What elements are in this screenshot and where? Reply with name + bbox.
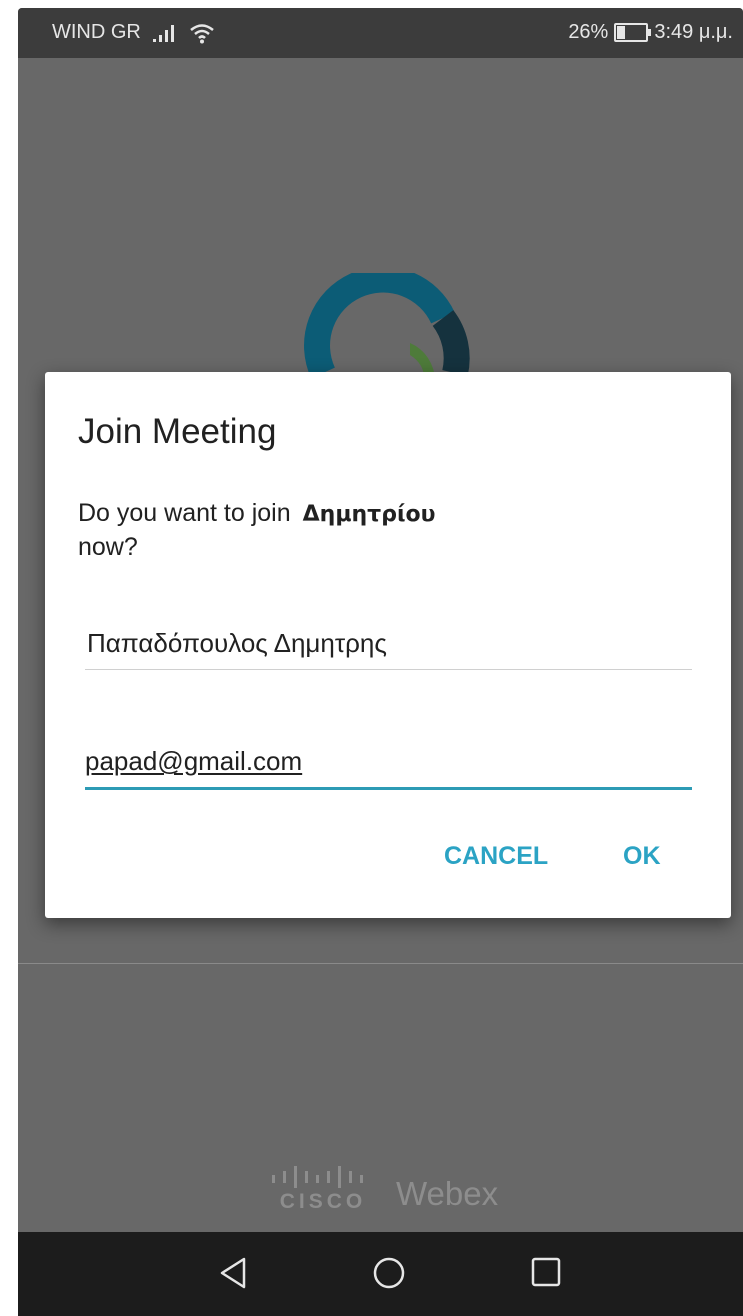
battery-icon bbox=[614, 23, 652, 42]
cisco-logo: CISCO bbox=[270, 1166, 376, 1214]
dialog-message: Do you want to join Δημητρίου now? bbox=[78, 497, 436, 563]
divider bbox=[18, 963, 743, 964]
ok-button[interactable]: OK bbox=[623, 842, 661, 871]
clock: 3:49 μ.μ. bbox=[654, 21, 733, 43]
name-value: Παπαδόπουλος Δημητρης bbox=[87, 628, 387, 658]
email-value: papad@gmail.com bbox=[85, 746, 303, 776]
signal-icon bbox=[152, 24, 174, 42]
status-right: 26% 3:49 μ.μ. bbox=[568, 21, 733, 44]
name-field[interactable]: Παπαδόπουλος Δημητρης bbox=[85, 614, 692, 670]
cisco-wordmark: CISCO bbox=[279, 1190, 367, 1213]
branding: CISCO Webex bbox=[270, 1166, 498, 1214]
wifi-icon bbox=[190, 23, 214, 43]
message-prefix: Do you want to join bbox=[78, 499, 291, 527]
status-left: WIND GR bbox=[52, 21, 215, 44]
home-icon[interactable] bbox=[372, 1256, 406, 1290]
navigation-bar bbox=[18, 1232, 743, 1316]
battery-percent: 26% bbox=[568, 21, 609, 43]
email-field[interactable]: papad@gmail.com bbox=[85, 732, 692, 790]
cisco-bars-icon bbox=[272, 1166, 363, 1188]
message-suffix: now? bbox=[78, 533, 138, 561]
dialog-title: Join Meeting bbox=[78, 412, 277, 451]
join-meeting-dialog: Join Meeting Do you want to join Δημητρίο… bbox=[45, 372, 731, 918]
meeting-name: Δημητρίου bbox=[302, 502, 436, 527]
back-icon[interactable] bbox=[218, 1256, 248, 1290]
carrier-label: WIND GR bbox=[52, 21, 141, 43]
webex-wordmark: Webex bbox=[396, 1175, 499, 1212]
phone-screen: WIND GR 26% 3:49 μ.μ. Join Meeting Do yo… bbox=[18, 8, 743, 1316]
battery-fill bbox=[617, 26, 626, 39]
status-bar: WIND GR 26% 3:49 μ.μ. bbox=[18, 8, 743, 58]
recents-icon[interactable] bbox=[530, 1256, 562, 1288]
cancel-button[interactable]: CANCEL bbox=[444, 842, 548, 871]
